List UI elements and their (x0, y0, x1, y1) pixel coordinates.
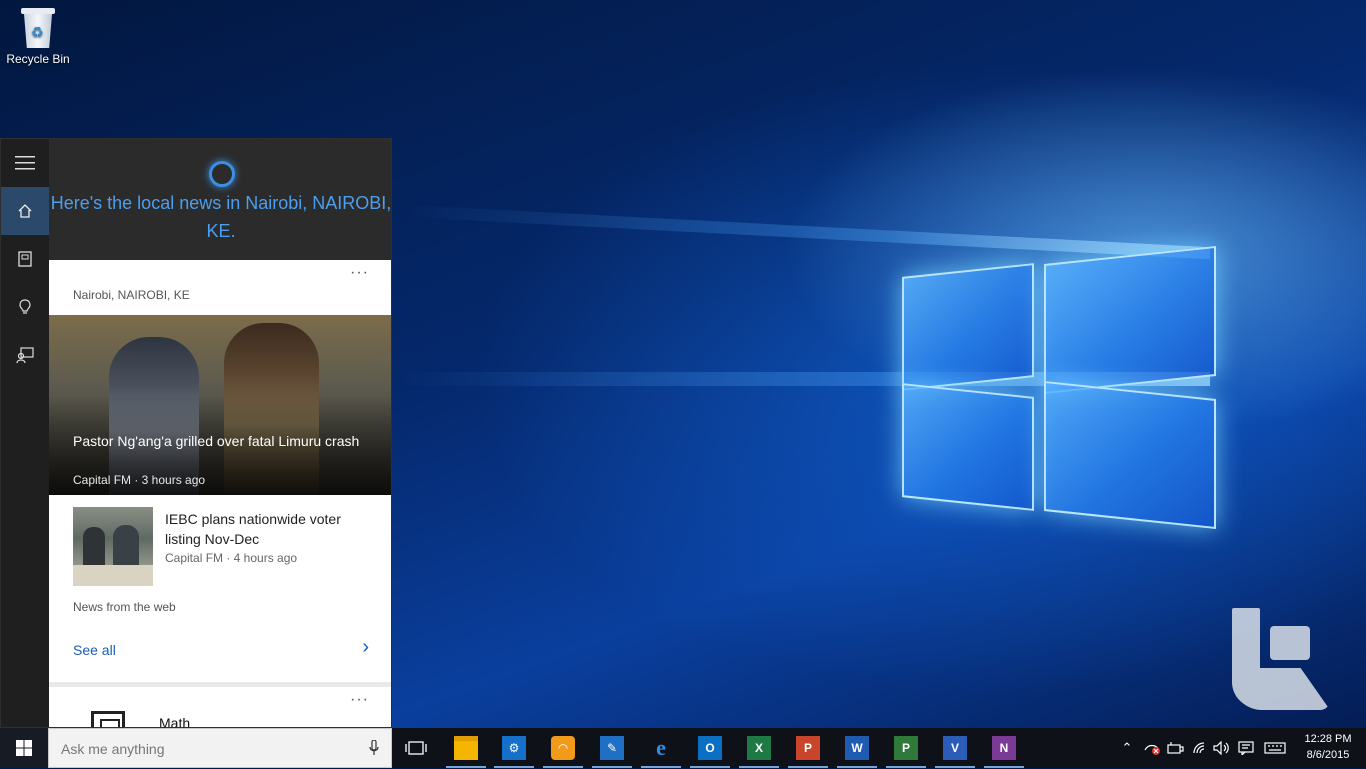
show-hidden-icons-button[interactable]: ⌃ (1116, 728, 1138, 768)
cortana-header: Here's the local news in Nairobi, NAIROB… (49, 139, 392, 260)
outlook-icon: O (698, 736, 722, 760)
wifi-button[interactable] (1188, 728, 1212, 768)
project-button[interactable]: P (882, 728, 930, 768)
touch-keyboard-button[interactable] (1262, 728, 1288, 768)
story-thumbnail[interactable] (73, 507, 153, 586)
powerpoint-icon: P (796, 736, 820, 760)
reminders-button[interactable] (1, 283, 49, 331)
cortana-search-box[interactable] (48, 728, 392, 769)
task-view-button[interactable] (392, 728, 440, 768)
visio-button[interactable]: V (931, 728, 979, 768)
volume-icon (1213, 741, 1229, 755)
secondary-story-title: IEBC plans nationwide voter listing Nov-… (165, 511, 341, 547)
recycle-bin-label: Recycle Bin (6, 52, 70, 66)
firefox-developer-button[interactable]: ◠ (539, 728, 587, 768)
browser-icon: ◠ (551, 736, 575, 760)
folder-icon (454, 736, 478, 760)
news-footer: News from the web (73, 600, 176, 614)
onenote-button[interactable]: N (980, 728, 1028, 768)
feedback-button[interactable] (1, 331, 49, 379)
feedback-icon (16, 347, 34, 363)
light-beam (400, 204, 1210, 260)
search-input[interactable] (59, 729, 353, 769)
reminders-icon (19, 299, 31, 314)
wifi-icon (1193, 742, 1205, 754)
settings-button[interactable]: ⚙ (490, 728, 538, 768)
onenote-icon: N (992, 736, 1016, 760)
secondary-story[interactable]: IEBC plans nationwide voter listing Nov-… (165, 509, 375, 567)
network-status-button[interactable] (1140, 728, 1164, 768)
menu-button[interactable] (1, 139, 49, 187)
powerpoint-button[interactable]: P (784, 728, 832, 768)
windows-logo-pane (1044, 380, 1216, 530)
task-view-icon (405, 741, 427, 755)
cortana-rail (1, 139, 49, 727)
secondary-story-source: Capital FM · 4 hours ago (165, 551, 298, 565)
outlook-button[interactable]: O (686, 728, 734, 768)
news-card: ··· Nairobi, NAIROBI, KE Pastor Ng'ang'a… (49, 260, 391, 682)
word-button[interactable]: W (833, 728, 881, 768)
math-icon (91, 711, 125, 727)
edge-icon: e (656, 735, 666, 760)
power-icon (1167, 742, 1184, 754)
keyboard-icon (1264, 742, 1286, 754)
network-error-icon (1144, 744, 1160, 755)
math-card: ··· Math (49, 687, 391, 728)
clock-time: 12:28 PM (1304, 733, 1352, 745)
cortana-greeting: Here's the local news in Nairobi, NAIROB… (50, 193, 392, 241)
cortana-panel: Here's the local news in Nairobi, NAIROB… (0, 138, 392, 728)
windows-logo-pane (902, 383, 1034, 511)
windows-logo-pane (902, 263, 1034, 391)
clock-date: 8/6/2015 (1306, 749, 1350, 761)
featured-story-source: Capital FM · 3 hours ago (73, 473, 206, 487)
cortana-ring-icon (209, 161, 235, 187)
card-more-button[interactable]: ··· (350, 264, 369, 282)
windows-logo-pane (1044, 245, 1216, 395)
math-card-title: Math (159, 715, 191, 728)
home-icon (18, 204, 32, 218)
watermark-logo (1232, 608, 1332, 712)
snipping-icon: ✎ (600, 736, 624, 760)
taskbar: ⚙ ◠ ✎ e O X P W P V N ⌃ (0, 728, 1366, 769)
home-button[interactable] (1, 187, 49, 235)
featured-story-title: Pastor Ng'ang'a grilled over fatal Limur… (73, 433, 360, 449)
featured-story[interactable]: Pastor Ng'ang'a grilled over fatal Limur… (49, 315, 391, 495)
notifications-icon (1238, 741, 1254, 755)
edge-button[interactable]: e (637, 728, 685, 768)
power-button[interactable] (1164, 728, 1188, 768)
chevron-up-icon: ⌃ (1121, 740, 1133, 755)
windows-logo-icon (16, 740, 32, 756)
snipping-tool-button[interactable]: ✎ (588, 728, 636, 768)
chevron-right-icon[interactable]: › (362, 636, 369, 659)
notebook-button[interactable] (1, 235, 49, 283)
visio-icon: V (943, 736, 967, 760)
excel-icon: X (747, 736, 771, 760)
notebook-icon (18, 251, 32, 267)
excel-button[interactable]: X (735, 728, 783, 768)
microphone-icon[interactable] (369, 740, 379, 756)
action-center-button[interactable] (1234, 728, 1258, 768)
file-explorer-button[interactable] (442, 728, 490, 768)
recycle-bin-shortcut[interactable]: ♻ Recycle Bin (4, 8, 72, 66)
start-button[interactable] (0, 728, 48, 768)
project-icon: P (894, 736, 918, 760)
clock[interactable]: 12:28 PM 8/6/2015 (1296, 731, 1360, 763)
volume-button[interactable] (1210, 728, 1234, 768)
card-more-button[interactable]: ··· (350, 691, 369, 709)
word-icon: W (845, 736, 869, 760)
news-location: Nairobi, NAIROBI, KE (73, 288, 190, 302)
see-all-link[interactable]: See all (73, 642, 116, 658)
menu-icon (15, 156, 35, 170)
cortana-content: Here's the local news in Nairobi, NAIROB… (49, 139, 392, 728)
recycle-bin-icon: ♻ (21, 8, 55, 48)
gear-icon: ⚙ (502, 736, 526, 760)
